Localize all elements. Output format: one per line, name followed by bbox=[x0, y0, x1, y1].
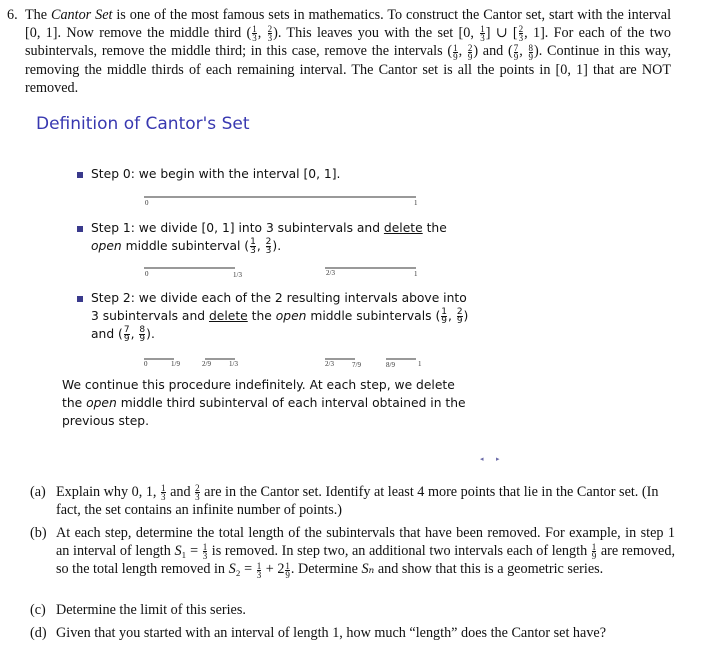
part-text: Given that you started with an interval … bbox=[56, 625, 607, 641]
italic-text: Cantor Set bbox=[50, 7, 113, 23]
arrow-left-icon[interactable]: ◂ bbox=[480, 455, 484, 463]
fraction: 19 bbox=[591, 542, 597, 562]
part-b: (b) At each step, determine the total len… bbox=[30, 524, 675, 579]
part-label: (a) bbox=[30, 484, 46, 500]
tick-label: 1/3 bbox=[233, 271, 242, 279]
part-label: (b) bbox=[30, 525, 47, 541]
arrow-right-icon[interactable]: ▸ bbox=[496, 455, 500, 463]
fraction: 13 bbox=[202, 542, 208, 562]
italic-text: open bbox=[275, 309, 307, 323]
part-a: (a) Explain why 0, 1, 13 and 23 are in th… bbox=[30, 483, 675, 519]
fraction: 13 bbox=[161, 483, 166, 503]
tick-label: 2/9 bbox=[202, 360, 211, 368]
italic-text: Sₙ bbox=[361, 561, 375, 578]
fraction: 23 bbox=[267, 24, 273, 44]
fraction: 13 bbox=[252, 24, 257, 44]
slide-title: Definition of Cantor's Set bbox=[36, 114, 250, 134]
interval-segment bbox=[325, 267, 416, 269]
interval-segment bbox=[144, 196, 416, 198]
interval-segment bbox=[144, 267, 235, 269]
fraction: 79 bbox=[123, 325, 130, 344]
fraction: 19 bbox=[453, 42, 458, 62]
fraction: 13 bbox=[250, 237, 256, 256]
part-c: (c) Determine the limit of this series. bbox=[30, 601, 675, 619]
part-label: (c) bbox=[30, 602, 46, 618]
fraction: 13 bbox=[256, 560, 262, 580]
fraction: 29 bbox=[467, 42, 473, 62]
tick-label: 2/3 bbox=[325, 360, 334, 368]
bullet-icon bbox=[77, 296, 83, 302]
italic-text: S bbox=[228, 561, 236, 578]
tick-label: 1 bbox=[418, 360, 422, 368]
step-2: Step 2: we divide each of the 2 resultin… bbox=[91, 291, 469, 344]
fraction: 19 bbox=[441, 307, 447, 326]
tick-label: 7/9 bbox=[352, 361, 361, 369]
tick-label: 1/3 bbox=[229, 360, 238, 368]
tick-label: 1 bbox=[414, 199, 418, 207]
tick-label: 0 bbox=[144, 360, 148, 368]
bullet-icon bbox=[77, 226, 83, 232]
interval-segment bbox=[144, 358, 174, 360]
fraction: 23 bbox=[265, 237, 272, 256]
tick-label: 1/9 bbox=[171, 360, 180, 368]
tick-label: 1 bbox=[414, 270, 418, 278]
fraction: 79 bbox=[513, 42, 519, 62]
tick-label: 8/9 bbox=[386, 361, 395, 369]
bullet-icon bbox=[77, 172, 83, 178]
italic-text: S bbox=[174, 543, 182, 560]
step-0: Step 0: we begin with the interval [0, 1… bbox=[91, 167, 341, 181]
question-number: 6. bbox=[7, 7, 18, 23]
fraction: 23 bbox=[518, 24, 524, 44]
italic-text: open bbox=[91, 239, 122, 253]
part-d: (d) Given that you started with an interv… bbox=[30, 624, 675, 642]
interval-segment bbox=[386, 358, 416, 360]
fraction: 13 bbox=[480, 24, 485, 44]
tick-label: 2/3 bbox=[326, 269, 335, 277]
italic-text: open bbox=[86, 396, 117, 410]
fraction: 19 bbox=[285, 560, 290, 580]
underlined-text: delete bbox=[383, 221, 423, 235]
fraction: 89 bbox=[139, 325, 146, 344]
tick-label: 0 bbox=[145, 270, 149, 278]
question-intro: The Cantor Set is one of the most famous… bbox=[25, 7, 672, 96]
fraction: 89 bbox=[528, 42, 534, 62]
underlined-text: delete bbox=[208, 309, 248, 323]
step-1: Step 1: we divide [0, 1] into 3 subinter… bbox=[91, 221, 447, 256]
part-text: Explain why 0, 1, 13 and 23 are in the C… bbox=[56, 483, 659, 519]
fraction: 23 bbox=[195, 483, 200, 503]
tick-label: 0 bbox=[145, 199, 149, 207]
fraction: 29 bbox=[456, 307, 463, 326]
part-text: At each step, determine the total length… bbox=[56, 525, 675, 580]
part-text: Determine the limit of this series. bbox=[56, 602, 246, 618]
part-label: (d) bbox=[30, 625, 47, 641]
slide-conclusion: We continue this procedure indefinitely.… bbox=[62, 378, 466, 428]
